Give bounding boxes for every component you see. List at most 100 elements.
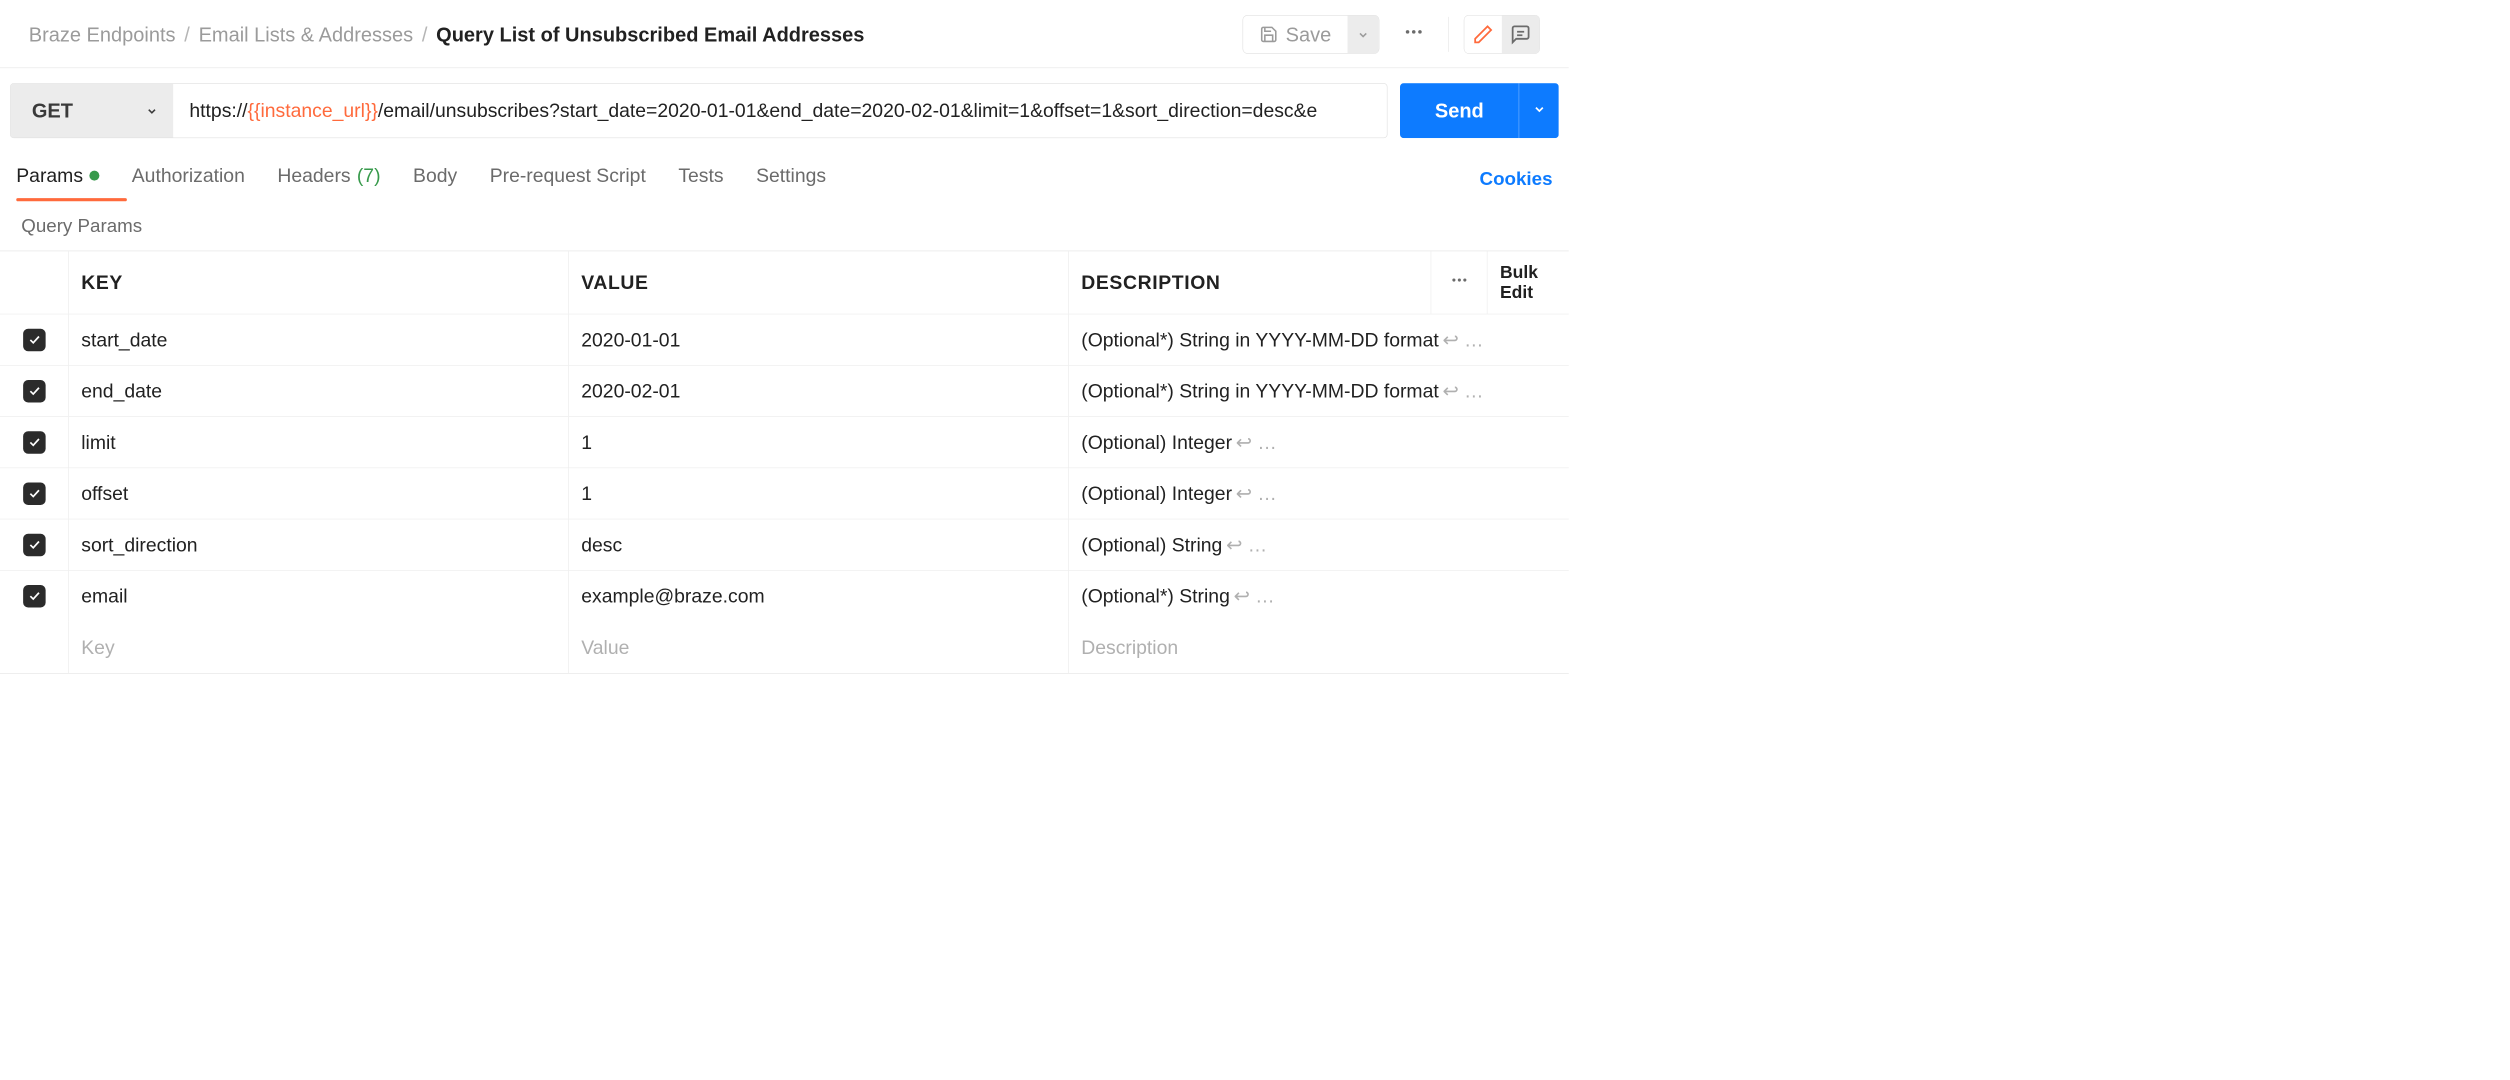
url-input[interactable]: https://{{instance_url}}/email/unsubscri… [173, 84, 1387, 138]
param-description-cell[interactable]: (Optional) Integer↩ … [1069, 417, 1569, 468]
top-actions: Save [1243, 15, 1540, 54]
check-icon [27, 482, 41, 505]
param-checkbox[interactable] [23, 533, 46, 556]
breadcrumb-current: Query List of Unsubscribed Email Address… [436, 23, 864, 46]
param-value-cell[interactable]: desc [569, 519, 1069, 570]
param-description-input[interactable]: Description [1069, 622, 1432, 673]
tabs-row: Params Authorization Headers (7) Body Pr… [0, 153, 1569, 201]
more-horizontal-icon [1450, 271, 1469, 295]
save-label: Save [1286, 23, 1332, 46]
breadcrumb: Braze Endpoints / Email Lists & Addresse… [29, 23, 1234, 46]
param-value-cell[interactable]: 2020-01-01 [569, 314, 1069, 365]
section-label: Query Params [0, 201, 1569, 251]
save-button[interactable]: Save [1243, 16, 1347, 54]
check-icon [27, 533, 41, 556]
tab-settings[interactable]: Settings [756, 158, 826, 201]
check-icon [27, 328, 41, 351]
param-description-cell[interactable]: (Optional) String↩ … [1069, 519, 1569, 570]
param-value-cell[interactable]: 1 [569, 468, 1069, 519]
check-icon [27, 380, 41, 403]
param-checkbox[interactable] [23, 431, 46, 454]
tab-label: Params [16, 164, 83, 187]
send-dropdown[interactable] [1519, 83, 1559, 138]
tab-prerequest[interactable]: Pre-request Script [490, 158, 646, 201]
param-key-cell[interactable]: end_date [69, 366, 569, 417]
param-key-cell[interactable]: sort_direction [69, 519, 569, 570]
comments-button[interactable] [1502, 16, 1540, 54]
method-label: GET [32, 99, 73, 122]
url-variable: {{instance_url}} [248, 99, 378, 122]
breadcrumb-item-1[interactable]: Email Lists & Addresses [199, 23, 414, 46]
url-suffix: /email/unsubscribes?start_date=2020-01-0… [378, 99, 1317, 122]
header-checkbox-col [0, 251, 69, 314]
more-horizontal-icon [1403, 21, 1424, 47]
table-row: start_date2020-01-01(Optional*) String i… [0, 314, 1569, 365]
view-toggle-group [1464, 15, 1540, 54]
save-dropdown[interactable] [1348, 16, 1379, 54]
chevron-down-icon [1357, 23, 1370, 46]
breadcrumb-item-0[interactable]: Braze Endpoints [29, 23, 176, 46]
param-description-cell[interactable]: (Optional*) String↩ … [1069, 571, 1569, 622]
param-checkbox[interactable] [23, 585, 46, 608]
param-description-cell[interactable]: (Optional*) String in YYYY-MM-DD format↩… [1069, 366, 1569, 417]
tab-params[interactable]: Params [16, 158, 99, 201]
save-icon [1259, 25, 1278, 44]
param-checkbox-col [0, 571, 69, 622]
tab-authorization[interactable]: Authorization [132, 158, 245, 201]
param-checkbox-col [0, 314, 69, 365]
chevron-down-icon [146, 99, 159, 122]
more-options-button[interactable] [1394, 15, 1433, 54]
tab-tests[interactable]: Tests [678, 158, 723, 201]
column-header-value: VALUE [569, 251, 1069, 314]
column-header-key: KEY [69, 251, 569, 314]
send-button-group: Send [1400, 83, 1559, 138]
param-checkbox[interactable] [23, 380, 46, 403]
tab-headers[interactable]: Headers (7) [277, 158, 380, 201]
toolbar-divider [1448, 17, 1449, 52]
param-key-cell[interactable]: email [69, 571, 569, 622]
param-value-cell[interactable]: 1 [569, 417, 1069, 468]
column-options-button[interactable] [1431, 251, 1487, 314]
params-header-row: KEY VALUE DESCRIPTION Bulk Edit [0, 251, 1569, 314]
request-row: GET https://{{instance_url}}/email/unsub… [0, 68, 1569, 153]
params-table: KEY VALUE DESCRIPTION Bulk Edit start_da… [0, 251, 1569, 674]
param-key-cell[interactable]: offset [69, 468, 569, 519]
param-checkbox-col [0, 468, 69, 519]
table-row: limit1(Optional) Integer↩ … [0, 417, 1569, 468]
param-value-cell[interactable]: example@braze.com [569, 571, 1069, 622]
comment-icon [1510, 24, 1531, 45]
edit-button[interactable] [1464, 16, 1502, 54]
param-checkbox-col [0, 417, 69, 468]
empty-checkbox-col [0, 622, 69, 673]
cookies-link[interactable]: Cookies [1480, 169, 1553, 190]
table-row: emailexample@braze.com(Optional*) String… [0, 571, 1569, 622]
tab-label: Headers [277, 164, 350, 187]
param-key-cell[interactable]: limit [69, 417, 569, 468]
bulk-edit-button[interactable]: Bulk Edit [1488, 251, 1569, 314]
param-checkbox-col [0, 366, 69, 417]
url-prefix: https:// [189, 99, 247, 122]
param-value-input[interactable]: Value [569, 622, 1069, 673]
breadcrumb-toolbar-row: Braze Endpoints / Email Lists & Addresse… [0, 0, 1569, 68]
column-header-description: DESCRIPTION [1069, 251, 1432, 314]
send-button[interactable]: Send [1400, 83, 1519, 138]
param-checkbox[interactable] [23, 328, 46, 351]
check-icon [27, 431, 41, 454]
table-row: sort_directiondesc(Optional) String↩ … [0, 519, 1569, 570]
chevron-down-icon [1532, 102, 1546, 119]
param-value-cell[interactable]: 2020-02-01 [569, 366, 1069, 417]
param-checkbox-col [0, 519, 69, 570]
headers-count: (7) [357, 164, 381, 187]
check-icon [27, 585, 41, 608]
param-description-cell[interactable]: (Optional) Integer↩ … [1069, 468, 1569, 519]
table-row: end_date2020-02-01(Optional*) String in … [0, 366, 1569, 417]
param-checkbox[interactable] [23, 482, 46, 505]
param-key-cell[interactable]: start_date [69, 314, 569, 365]
tab-body[interactable]: Body [413, 158, 457, 201]
method-select[interactable]: GET [11, 84, 174, 138]
breadcrumb-separator: / [184, 23, 190, 46]
method-url-group: GET https://{{instance_url}}/email/unsub… [10, 83, 1387, 138]
table-row: offset1(Optional) Integer↩ … [0, 468, 1569, 519]
param-key-input[interactable]: Key [69, 622, 569, 673]
param-description-cell[interactable]: (Optional*) String in YYYY-MM-DD format↩… [1069, 314, 1569, 365]
